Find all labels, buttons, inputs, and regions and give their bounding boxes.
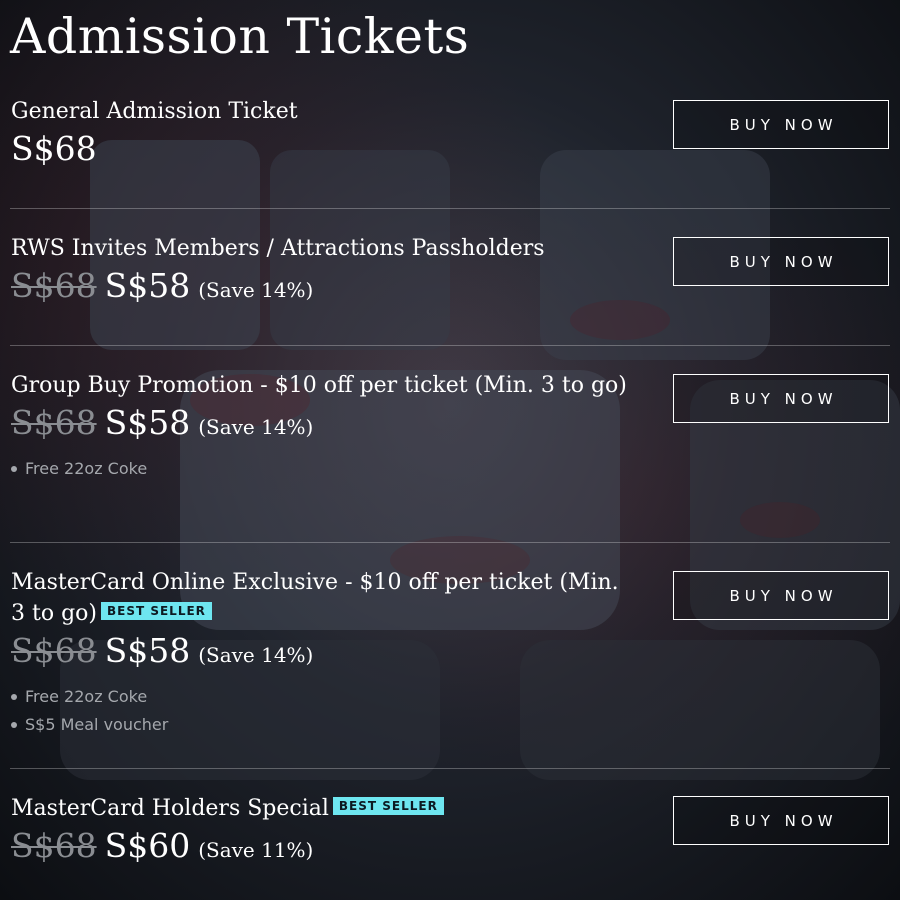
discounted-price: S$58: [104, 631, 191, 670]
perk-item: Free 22oz Coke: [11, 455, 631, 483]
perks-list: Free 22oz Coke: [11, 455, 631, 483]
ticket-name: RWS Invites Members / Attractions Passho…: [11, 236, 545, 261]
discounted-price: S$58: [104, 403, 191, 442]
ticket-name: Group Buy Promotion - $10 off per ticket…: [11, 373, 627, 398]
perk-item: Free 22oz Coke: [11, 683, 631, 711]
ticket-name-wrapper: MasterCard Holders Special BEST SELLER: [11, 793, 631, 824]
ticket-name: General Admission Ticket: [11, 99, 298, 124]
discounted-price: S$60: [104, 826, 191, 865]
savings-text: (Save 14%): [198, 643, 314, 667]
original-price: S$68: [11, 403, 97, 442]
bullet-icon: [11, 466, 17, 472]
discounted-price: S$58: [104, 266, 191, 305]
original-price: S$68: [11, 631, 97, 670]
ticket-info: MasterCard Online Exclusive - $10 off pe…: [11, 567, 631, 739]
bullet-icon: [11, 722, 17, 728]
savings-text: (Save 14%): [198, 278, 314, 302]
perks-list: Free 22oz Coke S$5 Meal voucher: [11, 683, 631, 739]
savings-text: (Save 11%): [198, 838, 314, 862]
divider: [10, 208, 890, 209]
perk-item: S$5 Meal voucher: [11, 711, 631, 739]
price-row: S$68 S$58 (Save 14%): [11, 266, 631, 310]
bullet-icon: [11, 694, 17, 700]
ticket-price: S$68: [11, 129, 97, 168]
best-seller-badge: BEST SELLER: [100, 602, 212, 620]
perk-label: S$5 Meal voucher: [25, 715, 169, 734]
divider: [10, 345, 890, 346]
buy-now-button[interactable]: BUY NOW: [673, 237, 889, 286]
buy-now-button[interactable]: BUY NOW: [673, 100, 889, 149]
perk-label: Free 22oz Coke: [25, 459, 148, 478]
admission-tickets-page: Admission Tickets General Admission Tick…: [0, 0, 900, 900]
ticket-info: General Admission Ticket S$68: [11, 96, 631, 173]
original-price: S$68: [11, 266, 97, 305]
original-price: S$68: [11, 826, 97, 865]
price-row: S$68: [11, 129, 631, 173]
ticket-name-wrapper: MasterCard Online Exclusive - $10 off pe…: [11, 567, 631, 629]
ticket-info: RWS Invites Members / Attractions Passho…: [11, 233, 631, 310]
page-title: Admission Tickets: [10, 8, 470, 65]
divider: [10, 768, 890, 769]
ticket-name: MasterCard Holders Special: [11, 796, 329, 821]
buy-now-button[interactable]: BUY NOW: [673, 374, 889, 423]
divider: [10, 542, 890, 543]
price-row: S$68 S$58 (Save 14%): [11, 631, 631, 675]
ticket-info: Group Buy Promotion - $10 off per ticket…: [11, 370, 631, 483]
buy-now-button[interactable]: BUY NOW: [673, 796, 889, 845]
price-row: S$68 S$58 (Save 14%): [11, 403, 631, 447]
perk-label: Free 22oz Coke: [25, 687, 148, 706]
savings-text: (Save 14%): [198, 415, 314, 439]
buy-now-button[interactable]: BUY NOW: [673, 571, 889, 620]
best-seller-badge: BEST SELLER: [332, 797, 444, 815]
ticket-info: MasterCard Holders Special BEST SELLER S$…: [11, 793, 631, 870]
price-row: S$68 S$60 (Save 11%): [11, 826, 631, 870]
